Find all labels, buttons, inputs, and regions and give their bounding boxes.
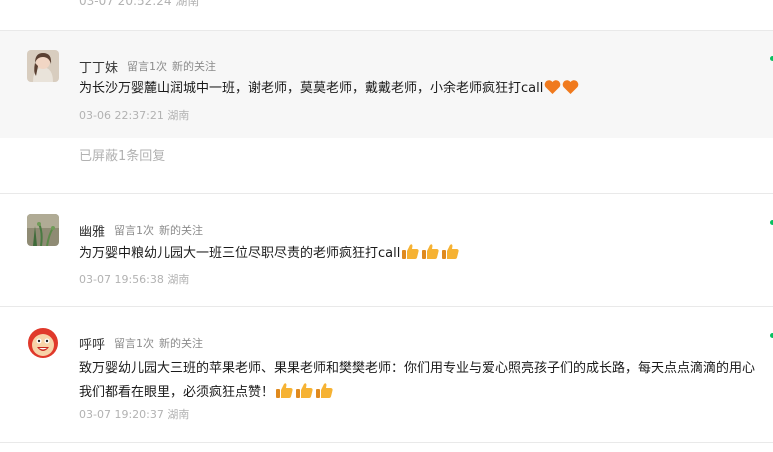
- comment-text: 为万婴中粮幼儿园大一班三位尽职尽责的老师疯狂打call: [79, 246, 401, 261]
- new-follower-tag: 新的关注: [159, 224, 204, 237]
- thumbs-up-icon: [441, 243, 460, 269]
- comment-nickname[interactable]: 呼呼: [79, 334, 105, 353]
- divider: [0, 306, 773, 307]
- comment-time-location: 03-07 19:56:38 湖南: [79, 273, 190, 286]
- comment-text-block: 致万婴幼儿园大三班的苹果老师、果果老师和樊樊老师：你们用专业与爱心照亮孩子们的成…: [79, 357, 759, 408]
- thumbs-up-icon: [315, 382, 334, 408]
- divider: [0, 30, 773, 31]
- heart-icon: [562, 79, 579, 104]
- new-follower-tag: 新的关注: [159, 337, 204, 350]
- comment-count-tag: 留言1次: [114, 337, 155, 350]
- thumbs-up-icon: [275, 382, 294, 408]
- hidden-reply-link[interactable]: 已屏蔽1条回复: [79, 145, 165, 164]
- thumbs-up-icon: [295, 382, 314, 408]
- comment-nickname[interactable]: 丁丁妹: [79, 57, 118, 76]
- comment-text-block: 为万婴中粮幼儿园大一班三位尽职尽责的老师疯狂打call: [79, 242, 759, 269]
- comment-text: 致万婴幼儿园大三班的苹果老师、果果老师和樊樊老师：你们用专业与爱心照亮孩子们的成…: [79, 361, 756, 400]
- comment-time-location: 03-07 20:52:24 湖南: [79, 0, 200, 8]
- heart-icon: [544, 79, 561, 104]
- new-follower-tag: 新的关注: [172, 60, 217, 73]
- comment-text-block: 为长沙万婴麓山润城中一班，谢老师，莫莫老师，戴戴老师，小余老师疯狂打call: [79, 77, 759, 104]
- divider: [0, 442, 773, 443]
- thumbs-up-icon: [401, 243, 420, 269]
- comment-count-tag: 留言1次: [114, 224, 155, 237]
- comment-time-location: 03-06 22:37:21 湖南: [79, 109, 190, 122]
- avatar[interactable]: [27, 327, 59, 359]
- thumbs-up-icon: [421, 243, 440, 269]
- comment-count-tag: 留言1次: [127, 60, 168, 73]
- comment-time-location: 03-07 19:20:37 湖南: [79, 408, 190, 421]
- divider: [0, 193, 773, 194]
- avatar[interactable]: [27, 50, 59, 82]
- comment-nickname[interactable]: 幽雅: [79, 221, 105, 240]
- comment-text: 为长沙万婴麓山润城中一班，谢老师，莫莫老师，戴戴老师，小余老师疯狂打call: [79, 81, 544, 96]
- avatar[interactable]: [27, 214, 59, 246]
